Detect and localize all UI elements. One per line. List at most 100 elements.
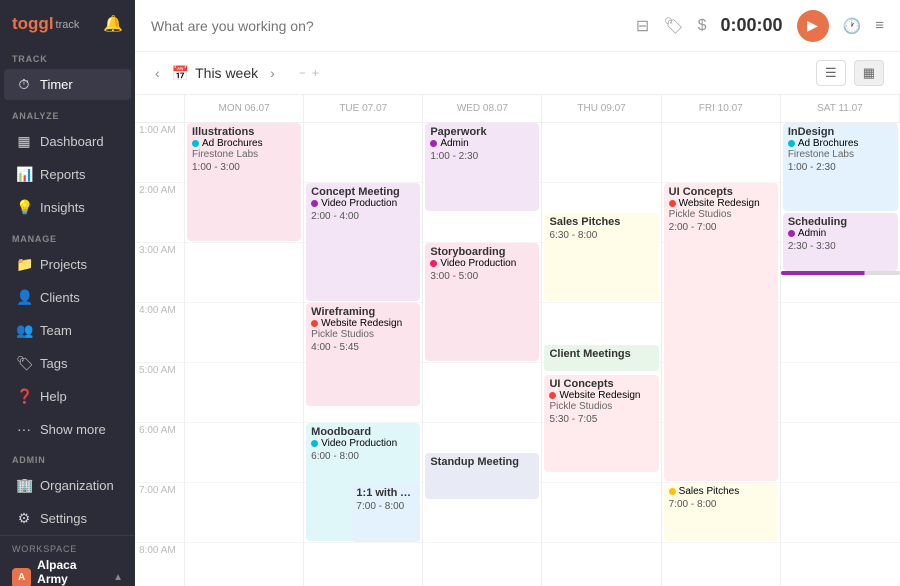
event-ui-concepts-thu[interactable]: UI Concepts Website Redesign Pickle Stud… — [544, 375, 658, 472]
day-col-tue[interactable]: Concept Meeting Video Production 2:00 - … — [304, 123, 423, 586]
event-concept-meeting[interactable]: Concept Meeting Video Production 2:00 - … — [306, 183, 420, 301]
day-col-wed[interactable]: Paperwork Admin 1:00 - 2:30 Storyboardin… — [423, 123, 542, 586]
time-entry-input[interactable] — [151, 18, 624, 34]
event-sales-pitches-thu[interactable]: Sales Pitches 6:30 - 8:00 — [544, 213, 658, 301]
dot-icon — [669, 488, 676, 495]
sidebar-item-tags[interactable]: 🏷 Tags — [4, 348, 131, 379]
mon-5am[interactable] — [185, 363, 303, 423]
day-col-sat[interactable]: InDesign Ad Brochures Firestone Labs 1:0… — [781, 123, 900, 586]
day-header-thu: THU 09.07 — [542, 95, 661, 122]
prev-week-button[interactable]: ‹ — [151, 63, 164, 83]
day-header-mon: MON 06.07 — [185, 95, 304, 122]
day-col-fri[interactable]: UI Concepts Website Redesign Pickle Stud… — [662, 123, 781, 586]
sidebar-item-organization[interactable]: 🏢 Organization — [4, 470, 131, 501]
sidebar-item-team[interactable]: 👥 Team — [4, 315, 131, 346]
bell-icon[interactable]: 🔔 — [103, 14, 123, 34]
time-2am: 2:00 AM — [135, 183, 184, 243]
workspace-section: WORKSPACE A Alpaca Army Toggl ▲ — [0, 535, 135, 586]
sidebar-item-insights[interactable]: 💡 Insights — [4, 192, 131, 223]
mon-7am[interactable] — [185, 483, 303, 543]
time-6am: 6:00 AM — [135, 423, 184, 483]
time-1am: 1:00 AM — [135, 123, 184, 183]
event-paperwork[interactable]: Paperwork Admin 1:00 - 2:30 — [425, 123, 539, 211]
calendar-view-button[interactable]: ▦ — [854, 60, 884, 86]
menu-icon[interactable]: ≡ — [875, 17, 884, 34]
workspace-label: WORKSPACE — [12, 544, 123, 554]
header-icons: ⊟ 🏷 $ 0:00:00 ▶ 🕐 ≡ — [636, 10, 884, 42]
resize-handle[interactable] — [781, 271, 900, 275]
event-storyboarding[interactable]: Storyboarding Video Production 3:00 - 5:… — [425, 243, 539, 361]
dot-icon — [192, 140, 199, 147]
dashboard-icon: ▦ — [16, 133, 32, 150]
dot-icon — [669, 200, 676, 207]
settings-icon: ⚙ — [16, 510, 32, 527]
dot-icon — [788, 230, 795, 237]
calendar-grid: 1:00 AM 2:00 AM 3:00 AM 4:00 AM 5:00 AM … — [135, 123, 900, 586]
time-8am: 8:00 AM — [135, 543, 184, 586]
sidebar-item-settings[interactable]: ⚙ Settings — [4, 503, 131, 534]
event-1on1-alfred[interactable]: 1:1 with Alfred 7:00 - 8:00 — [351, 484, 420, 542]
sidebar-item-dashboard[interactable]: ▦ Dashboard — [4, 126, 131, 157]
mon-3am[interactable] — [185, 243, 303, 303]
collapse-button[interactable]: − — [299, 66, 306, 80]
event-illustrations[interactable]: Illustrations Ad Brochures Firestone Lab… — [187, 123, 301, 241]
event-client-meetings[interactable]: Client Meetings — [544, 345, 658, 371]
workspace-info: Alpaca Army Toggl — [37, 558, 107, 586]
sidebar: toggl track 🔔 TRACK ⏱ Timer ANALYZE ▦ Da… — [0, 0, 135, 586]
team-icon: 👥 — [16, 322, 32, 339]
timer-icon: ⏱ — [16, 76, 32, 93]
workspace-row[interactable]: A Alpaca Army Toggl ▲ — [12, 558, 123, 586]
sidebar-item-help[interactable]: ❓ Help — [4, 381, 131, 412]
sidebar-item-timer[interactable]: ⏱ Timer — [4, 69, 131, 100]
clock-icon: 🕐 — [843, 17, 862, 35]
event-indesign[interactable]: InDesign Ad Brochures Firestone Labs 1:0… — [783, 123, 898, 211]
list-view-button[interactable]: ☰ — [816, 60, 846, 86]
header: ⊟ 🏷 $ 0:00:00 ▶ 🕐 ≡ — [135, 0, 900, 52]
dollar-icon[interactable]: $ — [698, 17, 707, 35]
tag-icon[interactable]: 🏷 — [663, 16, 683, 36]
calendar-icon: 📅 — [172, 65, 189, 82]
event-scheduling[interactable]: Scheduling Admin 2:30 - 3:30 — [783, 213, 898, 271]
main-content: ⊟ 🏷 $ 0:00:00 ▶ 🕐 ≡ ‹ 📅 This week › − + … — [135, 0, 900, 586]
help-icon: ❓ — [16, 388, 32, 405]
manage-section-label: MANAGE — [0, 224, 135, 248]
day-header-tue: TUE 07.07 — [304, 95, 423, 122]
time-4am: 4:00 AM — [135, 303, 184, 363]
organization-icon: 🏢 — [16, 477, 32, 494]
track-section-label: TRACK — [0, 44, 135, 68]
event-sales-pitches-fri[interactable]: Sales Pitches 7:00 - 8:00 — [664, 483, 778, 541]
day-col-thu[interactable]: Sales Pitches 6:30 - 8:00 Client Meeting… — [542, 123, 661, 586]
mon-4am[interactable] — [185, 303, 303, 363]
event-ui-concepts-fri[interactable]: UI Concepts Website Redesign Pickle Stud… — [664, 183, 778, 481]
calendar-container[interactable]: MON 06.07 TUE 07.07 WED 08.07 THU 09.07 … — [135, 95, 900, 586]
day-header-fri: FRI 10.07 — [662, 95, 781, 122]
day-col-mon[interactable]: Illustrations Ad Brochures Firestone Lab… — [185, 123, 304, 586]
day-header-row: MON 06.07 TUE 07.07 WED 08.07 THU 09.07 … — [135, 95, 900, 123]
mon-6am[interactable] — [185, 423, 303, 483]
next-week-button[interactable]: › — [266, 63, 279, 83]
timer-display: 0:00:00 — [721, 15, 783, 36]
week-label: 📅 This week — [172, 65, 258, 82]
time-7am: 7:00 AM — [135, 483, 184, 543]
event-wireframing[interactable]: Wireframing Website Redesign Pickle Stud… — [306, 303, 420, 406]
expand-button[interactable]: + — [312, 66, 319, 80]
sidebar-item-projects[interactable]: 📁 Projects — [4, 249, 131, 280]
time-col-spacer — [135, 95, 185, 122]
reports-icon: 📊 — [16, 166, 32, 183]
sidebar-item-show-more[interactable]: ··· Show more — [4, 414, 131, 444]
sidebar-item-reports[interactable]: 📊 Reports — [4, 159, 131, 190]
workspace-icon: A — [12, 568, 31, 586]
dot-icon — [788, 140, 795, 147]
projects-icon: 📁 — [16, 256, 32, 273]
insights-icon: 💡 — [16, 199, 32, 216]
dot-icon — [311, 440, 318, 447]
dot-icon — [311, 200, 318, 207]
event-standup[interactable]: Standup Meeting — [425, 453, 539, 499]
col-controls: − + — [295, 64, 323, 82]
folder-icon[interactable]: ⊟ — [636, 16, 649, 36]
mon-8am[interactable] — [185, 543, 303, 586]
time-column: 1:00 AM 2:00 AM 3:00 AM 4:00 AM 5:00 AM … — [135, 123, 185, 586]
sidebar-item-clients[interactable]: 👤 Clients — [4, 282, 131, 313]
calendar-toolbar: ‹ 📅 This week › − + ☰ ▦ — [135, 52, 900, 95]
play-button[interactable]: ▶ — [797, 10, 829, 42]
